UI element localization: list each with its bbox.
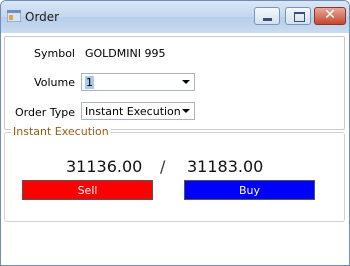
order-type-dropdown-arrow-icon[interactable] <box>182 109 190 113</box>
window-title: Order <box>25 10 60 24</box>
maximize-button[interactable] <box>285 7 311 25</box>
order-type-label: Order Type <box>14 106 75 119</box>
volume-dropdown-arrow-icon[interactable] <box>182 80 190 84</box>
close-button[interactable]: ✕ <box>314 7 346 25</box>
buy-button[interactable]: Buy <box>184 180 315 200</box>
form-client-area: Symbol GOLDMINI 995 Volume 1 Order Type … <box>1 33 349 265</box>
instant-execution-group: Instant Execution 31136.00 / 31183.00 Se… <box>4 125 345 222</box>
order-fields-panel: Symbol GOLDMINI 995 Volume 1 Order Type … <box>4 36 345 130</box>
app-window-icon <box>7 10 21 22</box>
minimize-icon <box>263 18 272 21</box>
symbol-label: Symbol <box>34 47 75 60</box>
order-type-value: Instant Execution <box>85 105 181 118</box>
volume-combobox[interactable]: 1 <box>81 73 195 91</box>
close-icon: ✕ <box>324 7 336 23</box>
maximize-icon <box>294 12 305 22</box>
order-type-combobox[interactable]: Instant Execution <box>81 102 195 120</box>
minimize-button[interactable] <box>254 7 280 25</box>
price-separator: / <box>160 157 166 176</box>
volume-label: Volume <box>34 76 75 89</box>
symbol-value: GOLDMINI 995 <box>85 47 166 60</box>
sell-button[interactable]: Sell <box>22 180 153 200</box>
buy-price: 31183.00 <box>187 157 264 176</box>
group-title: Instant Execution <box>11 125 111 138</box>
order-window: Order ✕ Symbol GOLDMINI 995 Volume 1 Ord… <box>0 0 350 266</box>
sell-price: 31136.00 <box>66 157 143 176</box>
volume-value[interactable]: 1 <box>85 76 94 89</box>
title-bar[interactable]: Order ✕ <box>1 1 349 33</box>
